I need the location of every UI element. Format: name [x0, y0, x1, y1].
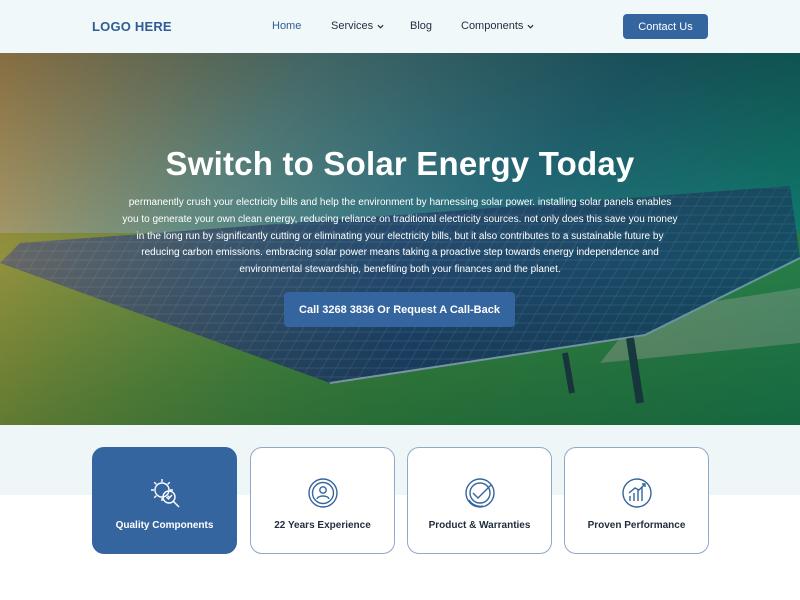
- nav-home-label: Home: [272, 20, 302, 32]
- logo[interactable]: LOGO HERE: [92, 19, 172, 34]
- nav-services[interactable]: Services: [331, 20, 384, 32]
- feature-card-performance[interactable]: Proven Performance: [564, 447, 709, 554]
- feature-label: 22 Years Experience: [274, 520, 371, 531]
- chevron-down-icon: [527, 24, 534, 29]
- nav-services-label: Services: [331, 20, 374, 32]
- nav-components[interactable]: Components: [461, 20, 534, 32]
- hero-section: Switch to Solar Energy Today permanently…: [0, 53, 800, 425]
- growth-chart-icon: [621, 478, 652, 508]
- feature-card-experience[interactable]: 22 Years Experience: [250, 447, 395, 554]
- feature-card-warranties[interactable]: Product & Warranties: [407, 447, 552, 554]
- nav-home[interactable]: Home: [272, 20, 301, 32]
- person-badge-icon: [307, 478, 338, 508]
- nav-components-label: Components: [461, 20, 524, 32]
- feature-card-quality-components[interactable]: Quality Components: [92, 447, 237, 554]
- nav-blog[interactable]: Blog: [410, 20, 432, 32]
- check-seal-icon: [464, 478, 495, 508]
- hero-description: permanently crush your electricity bills…: [122, 197, 678, 276]
- navbar: LOGO HERE Home Services Blog Components …: [0, 0, 800, 53]
- nav-blog-label: Blog: [410, 20, 433, 32]
- feature-label: Quality Components: [115, 520, 214, 531]
- feature-label: Proven Performance: [587, 520, 686, 531]
- hero-title: Switch to Solar Energy Today: [165, 145, 635, 182]
- feature-label: Product & Warranties: [428, 520, 531, 531]
- contact-us-button[interactable]: Contact Us: [623, 14, 708, 39]
- gear-search-icon: [150, 479, 179, 508]
- chevron-down-icon: [377, 24, 384, 29]
- call-back-button[interactable]: Call 3268 3836 Or Request A Call-Back: [284, 292, 515, 327]
